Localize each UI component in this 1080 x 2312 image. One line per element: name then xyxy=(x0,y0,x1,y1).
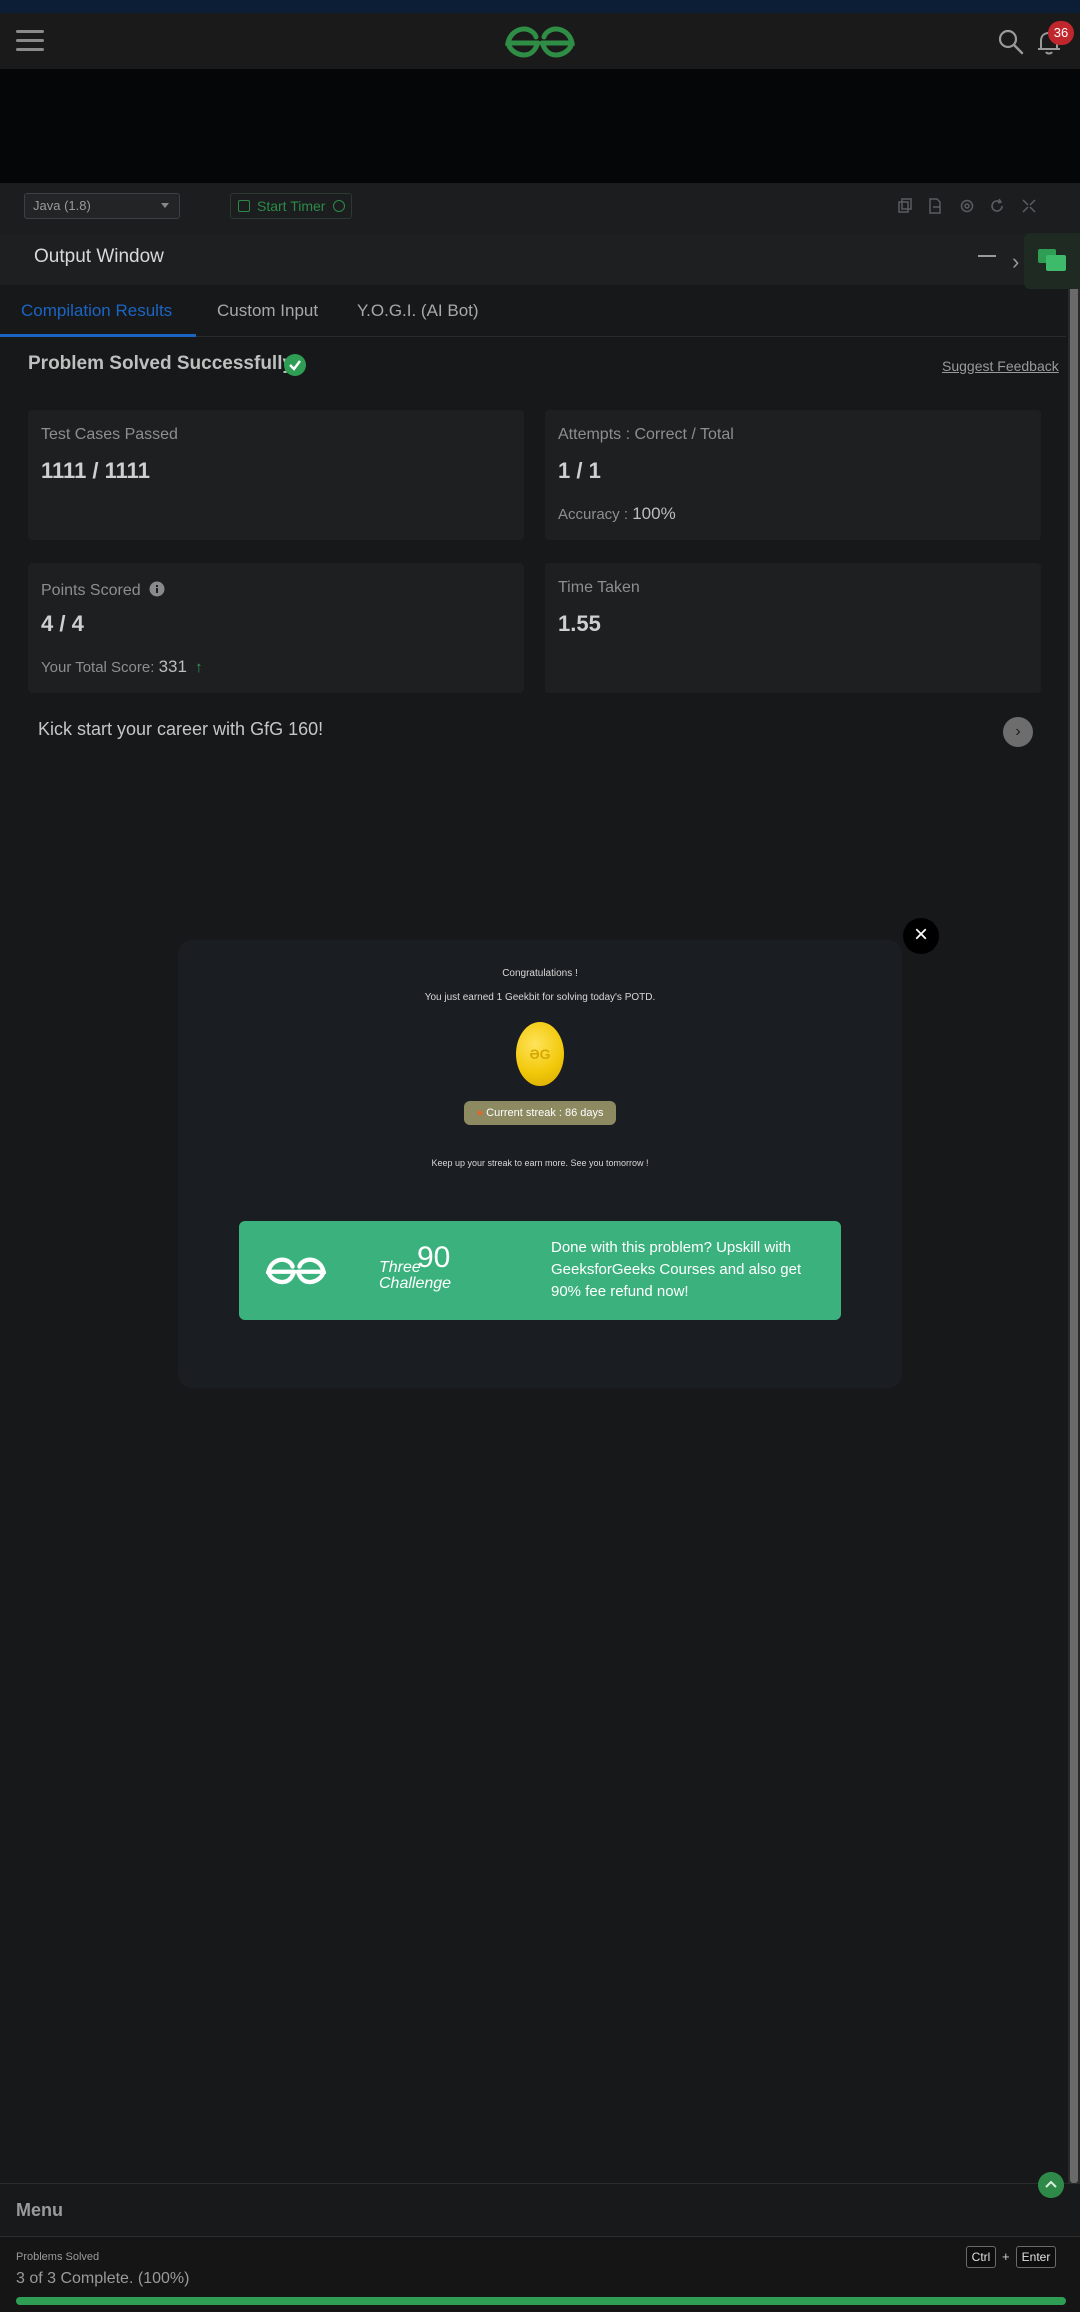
chevron-right-icon[interactable]: › xyxy=(1012,249,1019,275)
chat-icon[interactable] xyxy=(1024,233,1080,289)
points-label: Points Scored xyxy=(41,579,165,600)
accuracy-value: 100% xyxy=(632,504,676,523)
points-value: 4 / 4 xyxy=(41,611,84,636)
start-timer-button[interactable]: Start Timer xyxy=(230,193,352,219)
output-tabs: Compilation Results Custom Input Y.O.G.I… xyxy=(0,285,1066,337)
reset-icon[interactable] xyxy=(988,197,1006,215)
banner-challenge-text: Challenge xyxy=(379,1275,452,1292)
banner-ninety-text: 90 xyxy=(417,1241,451,1274)
gfg-logo-icon[interactable] xyxy=(504,23,576,59)
fullscreen-icon[interactable] xyxy=(1020,197,1038,215)
attempts-label: Attempts : Correct / Total xyxy=(558,426,734,443)
progress-bar-fill xyxy=(16,2297,1066,2305)
banner-description: Done with this problem? Upskill with Gee… xyxy=(551,1239,802,1300)
upskill-banner[interactable]: Three 90 Challenge Done with this proble… xyxy=(239,1221,841,1320)
test-cases-value: 1111 / 1111 xyxy=(41,458,150,483)
points-card: Points Scored 4 / 4 Your Total Score: 33… xyxy=(28,563,524,693)
career-promo-text[interactable]: Kick start your career with GfG 160! xyxy=(38,719,323,740)
play-icon xyxy=(333,200,345,212)
time-card: Time Taken 1.55 xyxy=(545,563,1041,693)
progress-bar xyxy=(16,2297,1066,2305)
active-tab-indicator xyxy=(0,334,196,337)
congrats-modal: Congratulations ! You just earned 1 Geek… xyxy=(178,940,902,1388)
time-value: 1.55 xyxy=(558,611,601,636)
streak-badge: ● Current streak : 86 days xyxy=(464,1101,616,1125)
test-cases-label: Test Cases Passed xyxy=(41,426,178,443)
total-score-value: 331 xyxy=(158,657,187,676)
problems-solved-label: Problems Solved xyxy=(16,2251,100,2263)
scrollbar-thumb[interactable] xyxy=(1070,233,1078,2183)
accuracy-label: Accuracy : xyxy=(558,506,629,523)
caret-down-icon xyxy=(161,203,169,208)
top-header: 36 xyxy=(0,13,1080,69)
kbd-ctrl: Ctrl xyxy=(966,2246,996,2268)
file-export-icon[interactable] xyxy=(926,197,944,215)
points-label-text: Points Scored xyxy=(41,582,141,599)
keep-up-text: Keep up your streak to earn more. See yo… xyxy=(431,1158,649,1168)
kbd-plus: + xyxy=(1002,2249,1010,2264)
bottom-menu-bar[interactable]: Menu xyxy=(0,2183,1080,2237)
total-score-label: Your Total Score: xyxy=(41,659,155,676)
editor-toolbar: Java (1.8) Start Timer xyxy=(0,183,1080,233)
chevron-right-icon[interactable]: › xyxy=(1003,717,1033,747)
info-icon[interactable] xyxy=(149,581,165,597)
gfg-logo-icon xyxy=(265,1257,327,1285)
output-window-header: Output Window › xyxy=(0,233,1080,285)
output-window-title: Output Window xyxy=(34,246,164,267)
close-icon[interactable]: × xyxy=(903,918,939,954)
attempts-card: Attempts : Correct / Total 1 / 1 Accurac… xyxy=(545,410,1041,540)
tab-custom-input[interactable]: Custom Input xyxy=(217,301,318,321)
geekbit-earned-text: You just earned 1 Geekbit for solving to… xyxy=(424,992,656,1003)
language-select[interactable]: Java (1.8) xyxy=(24,193,180,219)
tab-compilation-results[interactable]: Compilation Results xyxy=(21,301,172,321)
search-icon[interactable] xyxy=(996,27,1026,57)
total-score-line: Your Total Score: 331 ↑ xyxy=(41,657,203,677)
notification-badge: 36 xyxy=(1048,21,1074,45)
chevron-up-icon[interactable] xyxy=(1038,2172,1064,2198)
copy-icon[interactable] xyxy=(896,197,914,215)
start-timer-label: Start Timer xyxy=(257,198,326,214)
settings-icon[interactable] xyxy=(958,197,976,215)
attempts-value: 1 / 1 xyxy=(558,458,601,483)
tab-yogi-ai-bot[interactable]: Y.O.G.I. (AI Bot) xyxy=(357,301,479,321)
arrow-up-icon: ↑ xyxy=(195,659,203,676)
status-bar xyxy=(0,0,1080,13)
ad-band xyxy=(0,69,1080,183)
problem-solved-status: Problem Solved Successfully xyxy=(28,353,294,374)
congrats-heading: Congratulations ! xyxy=(502,968,578,979)
hamburger-menu-icon[interactable] xyxy=(14,27,46,55)
geekbit-coin-icon: ƏG xyxy=(516,1022,564,1086)
test-cases-card: Test Cases Passed 1111 / 1111 xyxy=(28,410,524,540)
menu-label: Menu xyxy=(16,2200,63,2220)
kbd-enter: Enter xyxy=(1016,2246,1056,2268)
minimize-icon[interactable] xyxy=(978,255,996,257)
accuracy-line: Accuracy : 100% xyxy=(558,504,676,524)
time-label: Time Taken xyxy=(558,579,640,596)
streak-text: Current streak : 86 days xyxy=(486,1107,604,1119)
check-circle-icon xyxy=(284,354,306,376)
fire-icon: ● xyxy=(476,1107,484,1119)
language-select-value: Java (1.8) xyxy=(33,198,91,213)
suggest-feedback-link[interactable]: Suggest Feedback xyxy=(942,358,1059,374)
timer-icon xyxy=(238,200,250,212)
problems-solved-progress-text: 3 of 3 Complete. (100%) xyxy=(16,2270,190,2287)
svg-text:ƏG: ƏG xyxy=(529,1046,550,1062)
